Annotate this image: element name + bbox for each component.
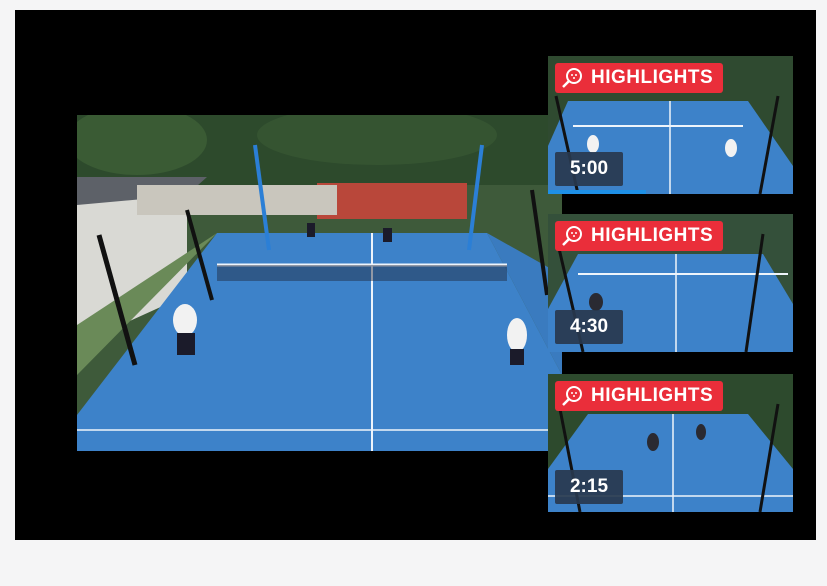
padel-racket-icon [561,67,583,89]
highlights-badge: HIGHLIGHTS [555,221,724,251]
highlight-thumbnail[interactable]: HIGHLIGHTS 4:30 [548,214,793,352]
highlights-badge: HIGHLIGHTS [555,381,724,411]
video-stage: HIGHLIGHTS 5:00 HIGHLIGHTS 4:30 HIGHLIGH… [15,10,816,540]
highlights-badge-label: HIGHLIGHTS [591,385,714,406]
padel-racket-icon [561,385,583,407]
padel-court-scene [77,115,562,451]
highlights-badge-label: HIGHLIGHTS [591,225,714,246]
duration-label: 4:30 [555,310,623,344]
main-video-player[interactable] [77,115,562,451]
duration-label: 2:15 [555,470,623,504]
highlights-badge-label: HIGHLIGHTS [591,67,714,88]
watch-progress-bar [548,190,646,194]
highlights-badge: HIGHLIGHTS [555,63,724,93]
padel-racket-icon [561,225,583,247]
duration-label: 5:00 [555,152,623,186]
highlight-thumbnail[interactable]: HIGHLIGHTS 5:00 [548,56,793,194]
highlight-thumbnail[interactable]: HIGHLIGHTS 2:15 [548,374,793,512]
